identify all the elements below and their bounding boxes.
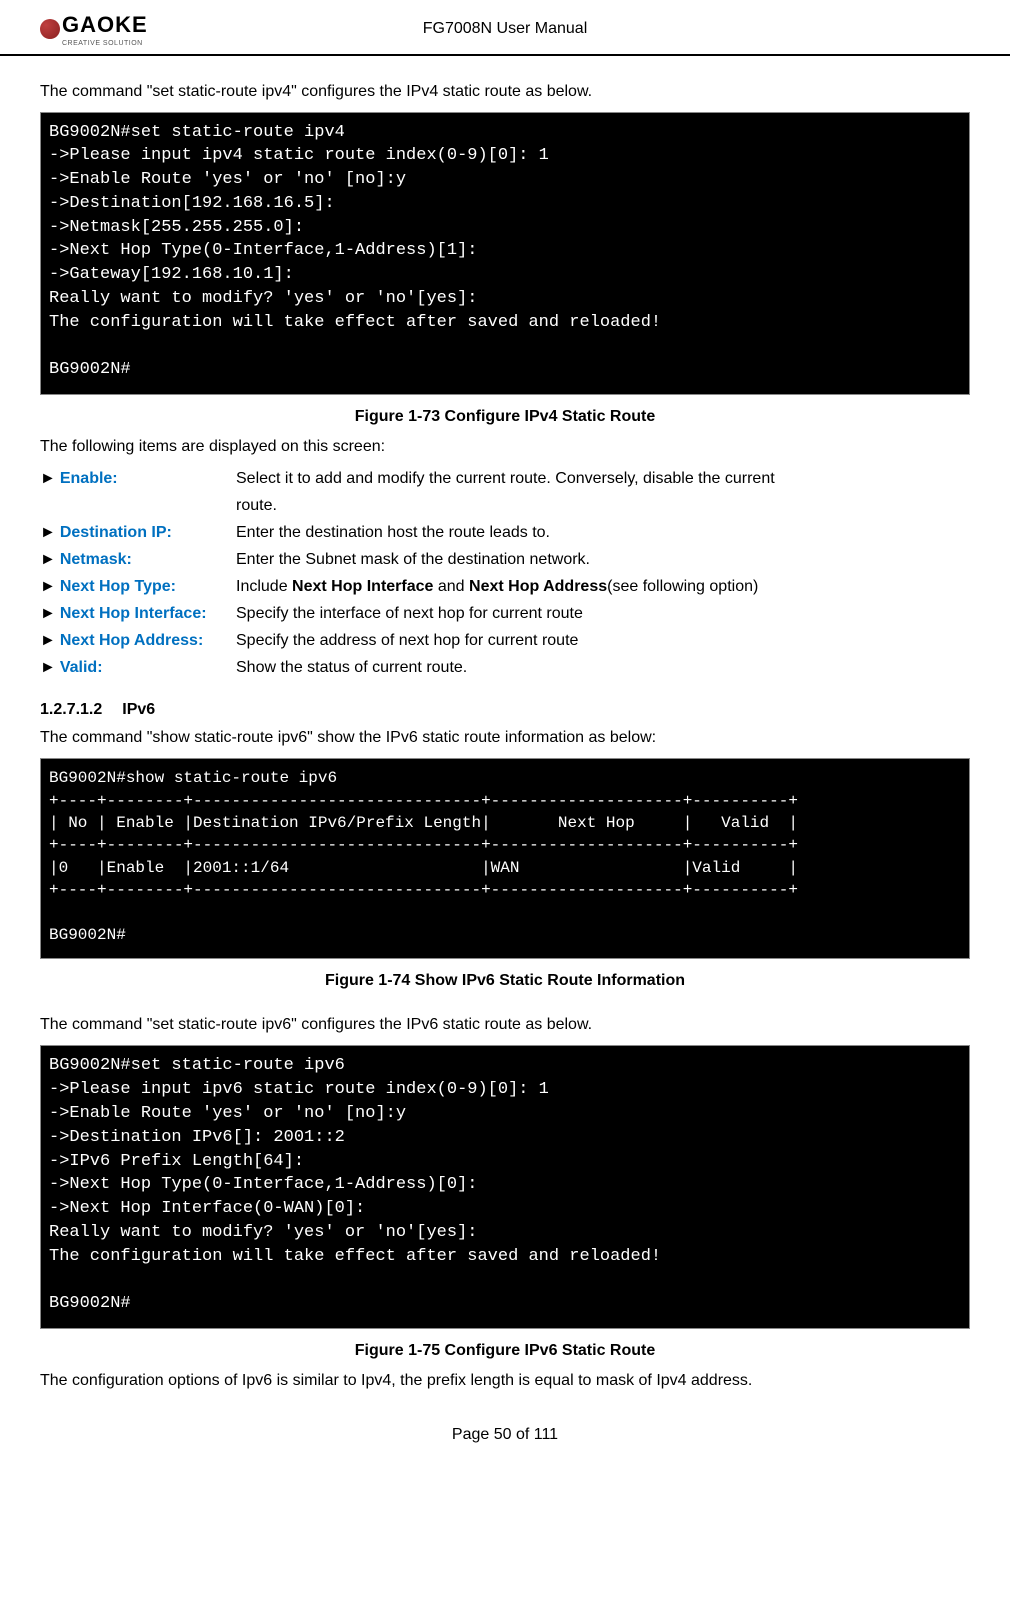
closing-paragraph: The configuration options of Ipv6 is sim… xyxy=(40,1369,970,1393)
intro-paragraph-3: The command "show static-route ipv6" sho… xyxy=(40,726,970,750)
arrow-icon: ► xyxy=(40,656,56,680)
def-row-next-hop-interface: ►Next Hop Interface: Specify the interfa… xyxy=(40,602,970,626)
term-enable: Enable: xyxy=(60,467,118,491)
intro-paragraph-2: The following items are displayed on thi… xyxy=(40,435,970,459)
logo-subtitle: CREATIVE SOLUTION xyxy=(62,39,148,50)
section-heading-ipv6: 1.2.7.1.2 IPv6 xyxy=(40,698,970,722)
def-row-netmask: ►Netmask: Enter the Subnet mask of the d… xyxy=(40,548,970,572)
def-row-enable: ►Enable: Select it to add and modify the… xyxy=(40,467,970,491)
desc-enable-line1: Select it to add and modify the current … xyxy=(236,467,970,491)
arrow-icon: ► xyxy=(40,629,56,653)
term-next-hop-type: Next Hop Type: xyxy=(60,575,176,599)
page-header: GAOKE CREATIVE SOLUTION FG7008N User Man… xyxy=(0,0,1010,56)
logo-block: GAOKE CREATIVE SOLUTION xyxy=(62,8,148,50)
page-footer: Page 50 of 111 xyxy=(40,1423,970,1467)
intro-paragraph-1: The command "set static-route ipv4" conf… xyxy=(40,80,970,104)
desc-netmask: Enter the Subnet mask of the destination… xyxy=(236,548,970,572)
term-valid: Valid: xyxy=(60,656,103,680)
logo-icon xyxy=(40,19,60,39)
doc-title: FG7008N User Manual xyxy=(423,17,588,41)
intro-paragraph-4: The command "set static-route ipv6" conf… xyxy=(40,1013,970,1037)
def-row-next-hop-type: ►Next Hop Type: Include Next Hop Interfa… xyxy=(40,575,970,599)
desc-next-hop-interface: Specify the interface of next hop for cu… xyxy=(236,602,970,626)
arrow-icon: ► xyxy=(40,467,56,491)
desc-next-hop-type: Include Next Hop Interface and Next Hop … xyxy=(236,575,970,599)
desc-next-hop-address: Specify the address of next hop for curr… xyxy=(236,629,970,653)
figure-caption-1-74: Figure 1-74 Show IPv6 Static Route Infor… xyxy=(40,969,970,993)
terminal-ipv6-set: BG9002N#set static-route ipv6 ->Please i… xyxy=(40,1045,970,1329)
def-row-destination: ►Destination IP: Enter the destination h… xyxy=(40,521,970,545)
figure-caption-1-73: Figure 1-73 Configure IPv4 Static Route xyxy=(40,405,970,429)
section-title: IPv6 xyxy=(122,701,155,718)
def-row-next-hop-address: ►Next Hop Address: Specify the address o… xyxy=(40,629,970,653)
arrow-icon: ► xyxy=(40,521,56,545)
arrow-icon: ► xyxy=(40,548,56,572)
term-netmask: Netmask: xyxy=(60,548,132,572)
terminal-ipv4-set: BG9002N#set static-route ipv4 ->Please i… xyxy=(40,112,970,396)
desc-enable-line2: route. xyxy=(236,494,970,518)
arrow-icon: ► xyxy=(40,575,56,599)
arrow-icon: ► xyxy=(40,602,56,626)
def-row-valid: ►Valid: Show the status of current route… xyxy=(40,656,970,680)
logo-text: GAOKE xyxy=(62,8,148,41)
desc-destination: Enter the destination host the route lea… xyxy=(236,521,970,545)
terminal-ipv6-show: BG9002N#show static-route ipv6 +----+---… xyxy=(40,758,970,959)
logo: GAOKE CREATIVE SOLUTION xyxy=(40,8,148,50)
term-next-hop-address: Next Hop Address: xyxy=(60,629,203,653)
page-content: The command "set static-route ipv4" conf… xyxy=(0,56,1010,1488)
definition-list: ►Enable: Select it to add and modify the… xyxy=(40,467,970,680)
section-number: 1.2.7.1.2 xyxy=(40,698,102,722)
term-destination: Destination IP: xyxy=(60,521,172,545)
term-next-hop-interface: Next Hop Interface: xyxy=(60,602,207,626)
desc-valid: Show the status of current route. xyxy=(236,656,970,680)
figure-caption-1-75: Figure 1-75 Configure IPv6 Static Route xyxy=(40,1339,970,1363)
